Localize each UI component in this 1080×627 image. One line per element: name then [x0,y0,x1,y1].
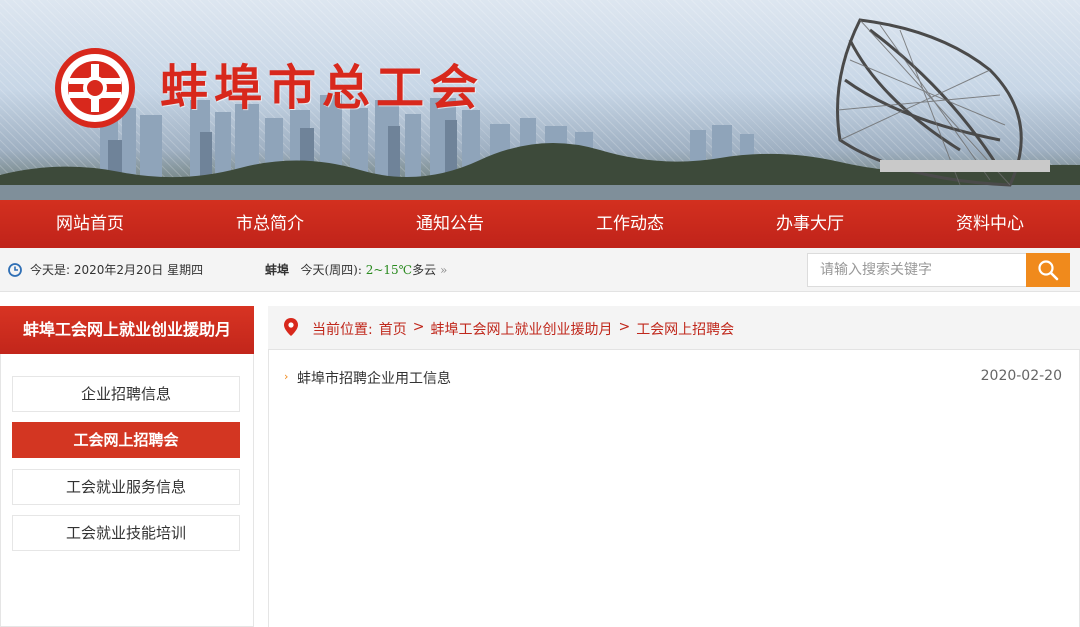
search-input[interactable] [807,253,1027,287]
location-pin-icon [284,318,298,336]
nav-resources[interactable]: 资料中心 [900,200,1080,248]
today-date: 今天是: 2020年2月20日 星期四 [30,263,204,277]
sidebar-item-employment-services[interactable]: 工会就业服务信息 [12,469,240,505]
sidebar-item-online-job-fair[interactable]: 工会网上招聘会 [12,422,240,458]
breadcrumb-current[interactable]: 工会网上招聘会 [636,319,734,339]
breadcrumb-home[interactable]: 首页 [379,319,407,339]
sidebar-title: 蚌埠工会网上就业创业援助月 [0,306,254,354]
weather-info: 蚌埠 今天(周四): 2~15℃多云 » [265,261,447,278]
search-icon [1038,260,1059,281]
nav-home[interactable]: 网站首页 [0,200,180,248]
main-content [268,306,1080,627]
nav-services[interactable]: 办事大厅 [720,200,900,248]
nav-news[interactable]: 工作动态 [540,200,720,248]
breadcrumb-separator: > [618,319,631,335]
search-button[interactable] [1026,253,1070,287]
weather-city: 蚌埠 [265,263,290,277]
weather-day: 今天(周四): [300,263,362,277]
list-item-date: 2020-02-20 [980,368,1062,384]
breadcrumb: 当前位置: 首页 > 蚌埠工会网上就业创业援助月 > 工会网上招聘会 [312,319,734,339]
breadcrumb-section[interactable]: 蚌埠工会网上就业创业援助月 [430,319,612,339]
header-banner: 蚌埠市总工会 [0,0,1080,200]
main-nav: 网站首页 市总简介 通知公告 工作动态 办事大厅 资料中心 [0,200,1080,248]
site-title: 蚌埠市总工会 [160,60,485,116]
union-logo-icon [55,48,135,128]
nav-about[interactable]: 市总简介 [180,200,360,248]
weather-more-arrow[interactable]: » [440,263,447,277]
sidebar-item-skills-training[interactable]: 工会就业技能培训 [12,515,240,551]
breadcrumb-separator: > [412,319,425,335]
weather-condition: 多云 [412,263,437,277]
list-item-title[interactable]: 蚌埠市招聘企业用工信息 [297,368,451,388]
sidebar [0,306,254,627]
sidebar-item-job-postings[interactable]: 企业招聘信息 [12,376,240,412]
breadcrumb-prefix: 当前位置: [312,322,373,338]
clock-icon [8,263,22,277]
weather-temp: 2~15℃ [365,263,413,277]
nav-notices[interactable]: 通知公告 [360,200,540,248]
bullet-arrow-icon: › [284,370,289,383]
list-item[interactable]: › 蚌埠市招聘企业用工信息 2020-02-20 [284,368,1064,390]
